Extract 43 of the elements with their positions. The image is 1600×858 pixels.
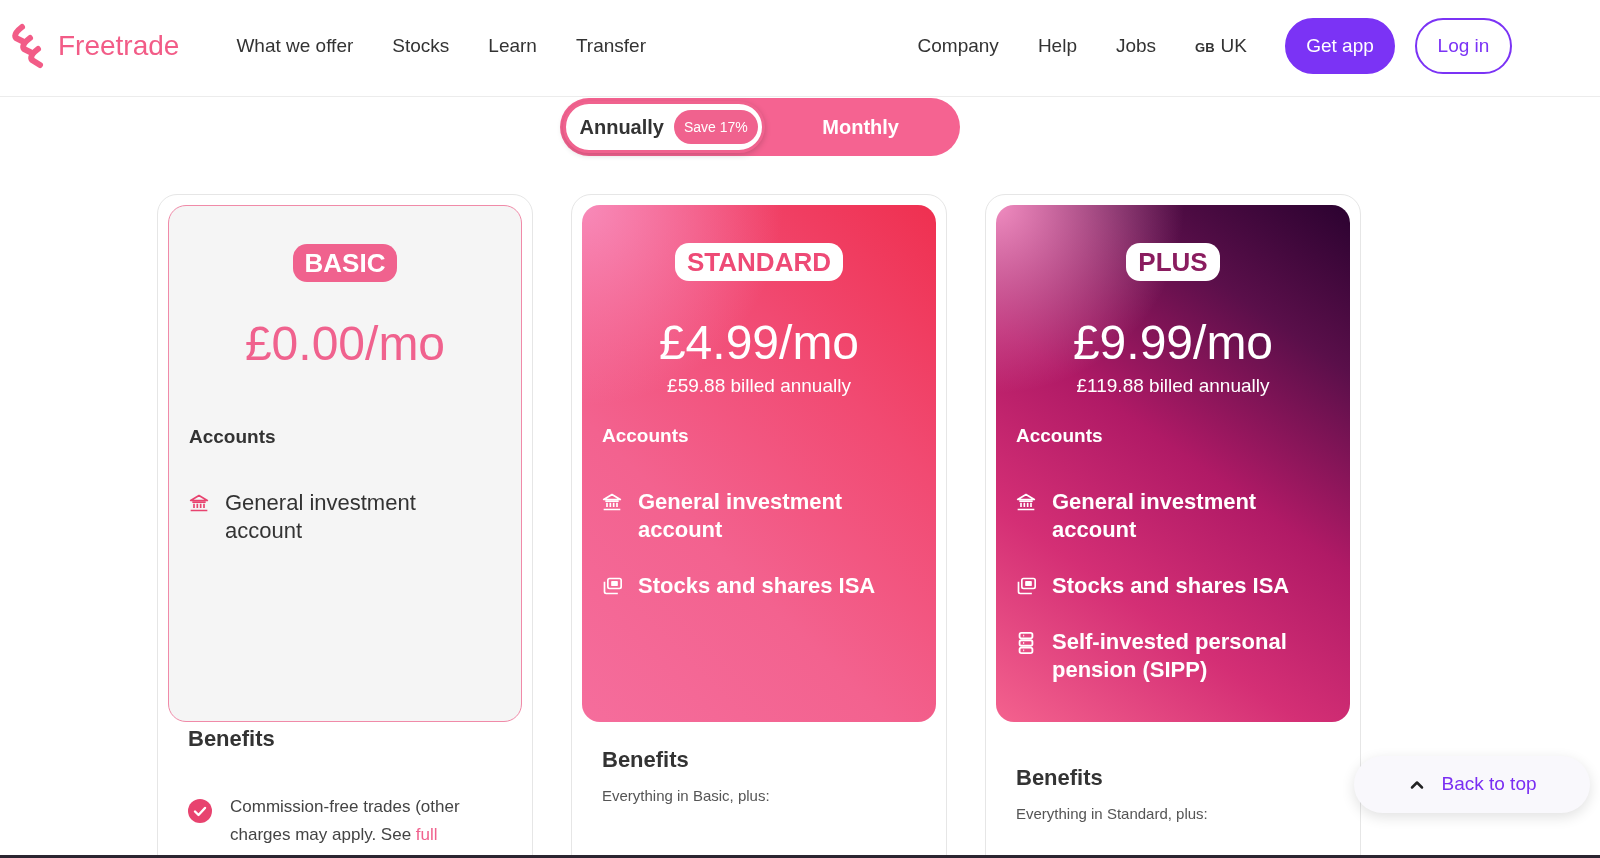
stack-icon: [1017, 632, 1035, 654]
account-label: General investment account: [1052, 488, 1258, 544]
nav-link[interactable]: Jobs: [1115, 31, 1157, 61]
section-heading: Accounts: [189, 425, 277, 449]
billing-tab[interactable]: Annually Save 17%: [562, 101, 765, 153]
nav-link[interactable]: Transfer: [575, 31, 646, 61]
check-icon: [188, 799, 212, 823]
nav-link[interactable]: Learn: [488, 31, 537, 61]
back-to-top-button[interactable]: Back to top: [1354, 756, 1590, 813]
bank-icon: [1016, 492, 1036, 512]
section-heading: Accounts: [602, 424, 690, 448]
discount-badge: Save 17%: [673, 110, 758, 144]
bank-icon: [602, 492, 622, 512]
billing-note: £59.88 billed annually: [667, 374, 851, 398]
plan-badge: PLUS: [1126, 243, 1220, 281]
benefits-intro: Everything in Basic, plus:: [602, 786, 771, 806]
account-label: Stocks and shares ISA: [638, 572, 877, 600]
nav-link[interactable]: Help: [1037, 31, 1077, 61]
nav-link[interactable]: Stocks: [392, 31, 450, 61]
section-heading: Accounts: [1016, 424, 1104, 448]
plan-price: £4.99/mo: [658, 317, 860, 369]
benefits-intro: Everything in Standard, plus:: [1016, 804, 1209, 824]
plan-price: £9.99/mo: [1072, 317, 1274, 369]
plan-price: £0.00/mo: [244, 318, 446, 370]
section-heading: Benefits: [188, 726, 276, 752]
account-label: Self-invested personal pension (SIPP): [1052, 628, 1288, 684]
benefit-text: Commission-free trades (other charges may apply. See full: [230, 796, 461, 846]
login-button[interactable]: Log in: [1415, 18, 1512, 74]
app-button[interactable]: Get app: [1285, 18, 1395, 74]
account-label: Stocks and shares ISA: [1052, 572, 1291, 600]
account-label: General investment account: [638, 488, 844, 544]
account-label: General investment account: [225, 489, 417, 545]
cards-icon: [602, 576, 622, 596]
nav-link[interactable]: What we offer: [236, 31, 354, 61]
plan-badge: STANDARD: [675, 243, 843, 281]
section-heading: Benefits: [602, 747, 690, 773]
bank-icon: [189, 493, 209, 513]
nav-link[interactable]: Company: [917, 31, 999, 61]
section-heading: Benefits: [1016, 765, 1104, 791]
cards-icon: [1016, 576, 1036, 596]
region-button[interactable]: GB UK: [1195, 31, 1247, 61]
billing-note: £119.88 billed annually: [1076, 374, 1270, 398]
plan-badge: BASIC: [292, 244, 398, 282]
